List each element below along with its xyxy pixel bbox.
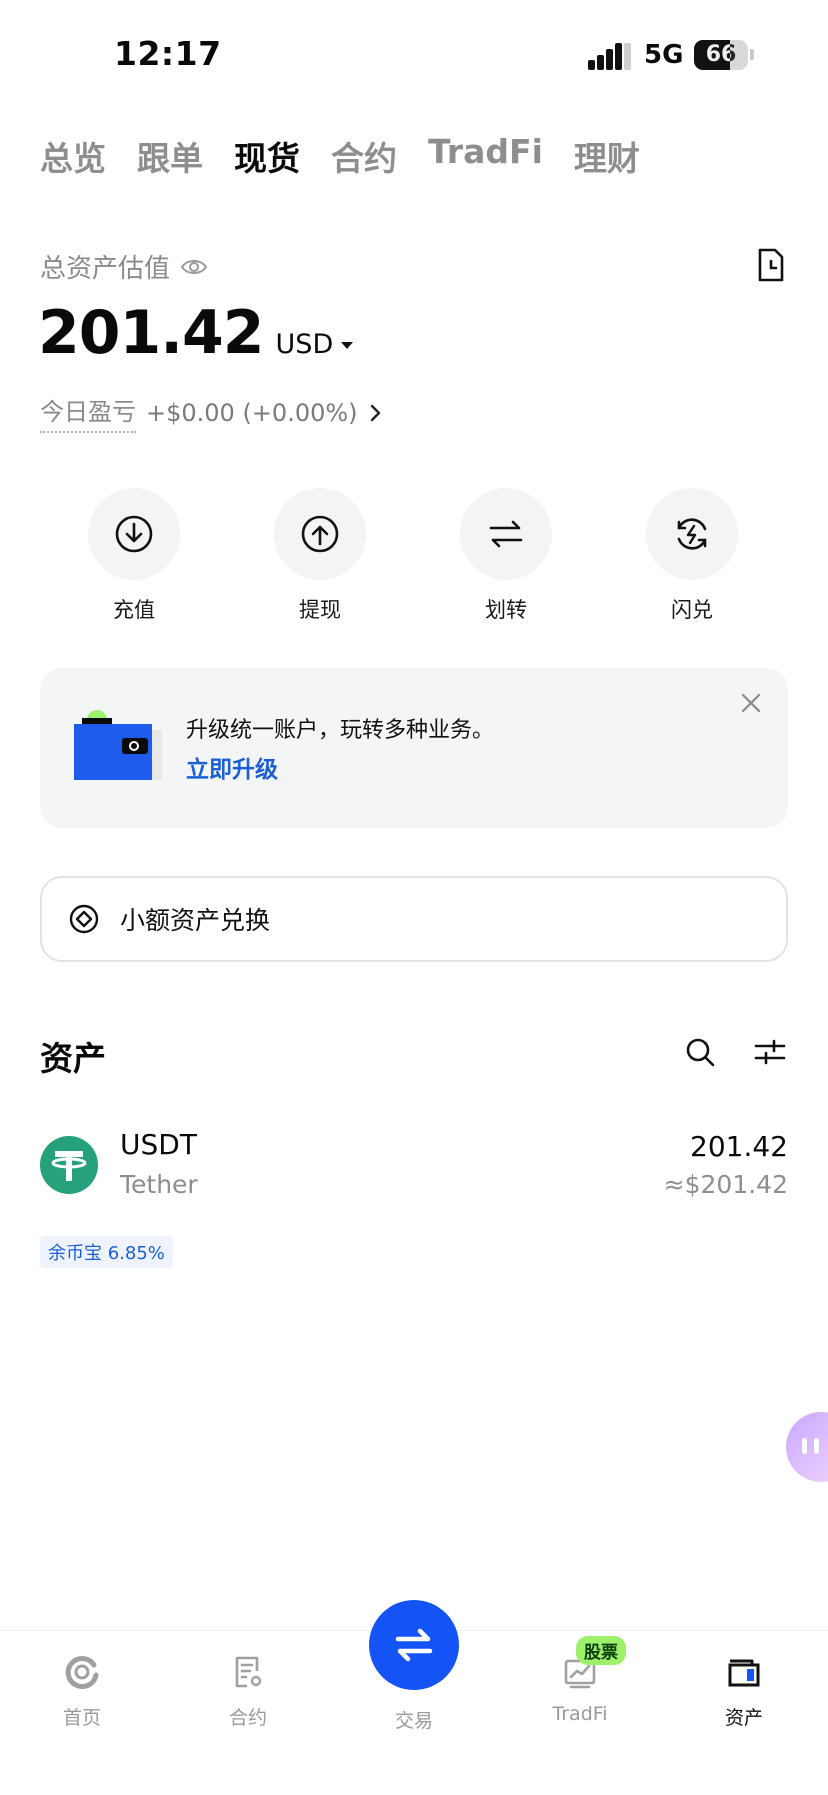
nav-home-label: 首页 (62, 1707, 101, 1729)
battery-level: 66 (705, 42, 737, 67)
status-bar: 12:17 5G 66 (0, 0, 828, 110)
flash-convert-label: 闪兑 (671, 598, 713, 622)
status-time: 12:17 (114, 34, 222, 73)
banner-text: 升级统一账户，玩转多种业务。 (186, 718, 495, 743)
asset-row-usdt[interactable]: USDT Tether 201.42 ≈$201.42 (0, 1122, 828, 1232)
pnl-row[interactable]: 今日盈亏 +$0.00 (+0.00%) (40, 392, 382, 433)
tab-earn[interactable]: 理财 (574, 132, 640, 180)
token-name: Tether (120, 1170, 198, 1199)
tab-tradfi[interactable]: TradFi (428, 132, 543, 180)
tab-spot[interactable]: 现货 (234, 132, 300, 180)
withdraw-button[interactable]: 提现 (274, 488, 366, 624)
close-icon[interactable] (740, 692, 762, 714)
balance-label-row: 总资产估值 (40, 248, 208, 285)
deposit-button[interactable]: 充值 (88, 488, 180, 624)
filter-icon[interactable] (754, 1038, 786, 1066)
tether-logo-icon (40, 1136, 98, 1194)
flash-convert-button[interactable]: 闪兑 (646, 488, 738, 624)
report-icon[interactable] (756, 248, 786, 282)
stock-badge: 股票 (576, 1636, 626, 1665)
upgrade-now-link[interactable]: 立即升级 (186, 750, 278, 784)
nav-assets[interactable]: 资产 (694, 1653, 794, 1730)
token-usd-value: ≈$201.42 (663, 1170, 788, 1199)
convert-icon (69, 904, 99, 934)
upgrade-banner: 升级统一账户，玩转多种业务。 立即升级 (40, 668, 788, 828)
nav-home[interactable]: 首页 (32, 1653, 132, 1730)
transfer-label: 划转 (485, 598, 527, 622)
chevron-right-icon (370, 404, 380, 421)
pnl-label: 今日盈亏 (40, 392, 136, 433)
transfer-icon (460, 488, 552, 580)
tab-overview[interactable]: 总览 (40, 132, 106, 180)
swap-arrows-icon (395, 1628, 433, 1662)
battery-icon: 66 (694, 40, 748, 70)
small-asset-convert-button[interactable]: 小额资产兑换 (40, 876, 788, 962)
earn-badge[interactable]: 余币宝 6.85% (40, 1236, 173, 1268)
withdraw-label: 提现 (299, 598, 341, 622)
wallet-icon (728, 1659, 760, 1687)
nav-futures[interactable]: 合约 (198, 1653, 298, 1730)
deposit-label: 充值 (113, 598, 155, 622)
withdraw-icon (274, 488, 366, 580)
tab-copy-trading[interactable]: 跟单 (137, 132, 203, 180)
floating-assistant-button[interactable] (786, 1412, 828, 1482)
pnl-value: +$0.00 (+0.00%) (146, 398, 358, 427)
balance-value: 201.42 (38, 298, 265, 368)
network-type: 5G (644, 40, 684, 70)
balance-currency[interactable]: USD (276, 329, 334, 360)
top-tabs: 总览 跟单 现货 合约 TradFi 理财 (40, 132, 671, 180)
token-amount: 201.42 (690, 1130, 788, 1163)
signal-icon (588, 42, 631, 70)
transfer-button[interactable]: 划转 (460, 488, 552, 624)
convert-label: 小额资产兑换 (120, 906, 271, 935)
trade-button[interactable] (369, 1600, 459, 1690)
nav-futures-label: 合约 (228, 1707, 267, 1729)
nav-tradfi-label: TradFi (552, 1703, 608, 1725)
battery-tip (750, 49, 754, 60)
balance-label: 总资产估值 (40, 254, 171, 284)
wallet-illustration (74, 710, 162, 780)
assets-title: 资产 (40, 1039, 106, 1078)
currency-dropdown-icon[interactable] (341, 342, 354, 349)
quick-actions: 充值 提现 划转 闪兑 (88, 488, 738, 624)
home-icon (65, 1656, 99, 1690)
tab-futures[interactable]: 合约 (331, 132, 397, 180)
balance-row: 201.42 USD (38, 298, 354, 368)
search-icon[interactable] (684, 1036, 716, 1068)
eye-icon[interactable] (180, 257, 208, 277)
nav-trade-label: 交易 (394, 1710, 433, 1732)
nav-assets-label: 资产 (724, 1707, 763, 1729)
flash-convert-icon (646, 488, 738, 580)
futures-icon (235, 1656, 262, 1688)
token-symbol: USDT (120, 1128, 197, 1161)
deposit-icon (88, 488, 180, 580)
